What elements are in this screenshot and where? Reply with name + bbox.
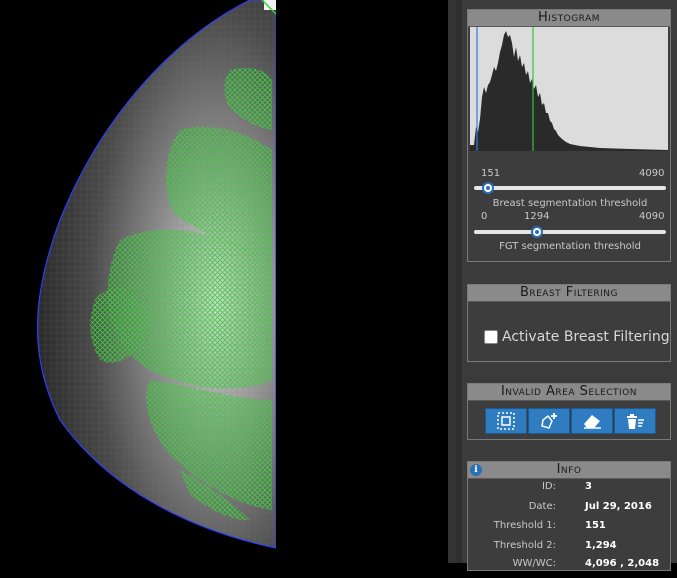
breast-filtering-checkbox-label[interactable]: Activate Breast Filtering bbox=[502, 329, 670, 345]
fgt-slider-label: FGT segmentation threshold bbox=[499, 241, 641, 252]
info-key: ID: bbox=[541, 481, 556, 492]
breast-threshold-slider-thumb[interactable] bbox=[482, 182, 494, 194]
add-polygon-button[interactable] bbox=[528, 408, 570, 434]
fgt-threshold-slider-thumb[interactable] bbox=[531, 226, 543, 238]
eraser-icon bbox=[584, 415, 601, 429]
breast-filtering-row[interactable]: Activate Breast Filtering bbox=[484, 329, 670, 345]
info-key: WW/WC: bbox=[512, 558, 556, 569]
breast-slider-min-label: 151 bbox=[481, 168, 501, 179]
breast-slider-label: Breast segmentation threshold bbox=[492, 198, 648, 209]
histogram-panel: Histogram 151 4090 Breast segmentation t… bbox=[467, 9, 671, 262]
breast-filtering-title: Breast Filtering bbox=[468, 285, 670, 302]
info-row: WW/WC: 4,096 , 2,048 bbox=[468, 558, 672, 578]
info-key: Threshold 1: bbox=[493, 520, 556, 531]
breast-slider-max-label: 4090 bbox=[639, 168, 665, 179]
info-row: Date: Jul 29, 2016 bbox=[468, 501, 672, 521]
select-rect-button[interactable] bbox=[485, 408, 527, 434]
fgt-slider-max-label: 4090 bbox=[639, 211, 665, 222]
info-value: Jul 29, 2016 bbox=[585, 501, 652, 512]
info-value: 1,294 bbox=[585, 540, 617, 551]
fgt-slider-center-label: 1294 bbox=[524, 211, 550, 222]
histogram-title: Histogram bbox=[468, 10, 670, 27]
info-value: 3 bbox=[585, 481, 592, 492]
info-key: Threshold 2: bbox=[493, 540, 556, 551]
add-polygon-icon bbox=[541, 413, 557, 429]
histogram-bars bbox=[470, 31, 668, 151]
mammogram-image[interactable] bbox=[0, 0, 276, 563]
sidebar-rail bbox=[456, 0, 462, 563]
invalid-area-title: Invalid Area Selection bbox=[468, 384, 670, 401]
info-row: ID: 3 bbox=[468, 481, 672, 501]
fgt-slider-min-label: 0 bbox=[481, 211, 488, 222]
histogram-plot bbox=[470, 27, 668, 151]
invalid-area-panel: Invalid Area Selection bbox=[467, 383, 671, 440]
image-viewer[interactable] bbox=[0, 0, 448, 563]
histogram-chart bbox=[470, 27, 668, 151]
info-row: Threshold 2: 1,294 bbox=[468, 540, 672, 560]
breast-threshold-slider[interactable] bbox=[474, 186, 666, 190]
info-value: 4,096 , 2,048 bbox=[585, 558, 660, 569]
info-panel: Info i ID: 3 Date: Jul 29, 2016 Threshol… bbox=[467, 461, 671, 571]
info-value: 151 bbox=[585, 520, 606, 531]
fgt-threshold-slider[interactable] bbox=[474, 230, 666, 234]
breast-filtering-checkbox[interactable] bbox=[484, 330, 498, 344]
info-row: Threshold 1: 151 bbox=[468, 520, 672, 540]
delete-all-button[interactable] bbox=[614, 408, 656, 434]
info-icon[interactable]: i bbox=[470, 464, 482, 476]
eraser-button[interactable] bbox=[571, 408, 613, 434]
sidebar: Histogram 151 4090 Breast segmentation t… bbox=[456, 0, 677, 571]
delete-all-icon bbox=[627, 414, 644, 429]
breast-filtering-panel: Breast Filtering Activate Breast Filteri… bbox=[467, 284, 671, 362]
info-key: Date: bbox=[528, 501, 556, 512]
select-rect-icon bbox=[497, 412, 515, 430]
viewer-sidebar-divider[interactable] bbox=[448, 0, 456, 563]
info-title: Info bbox=[468, 462, 670, 479]
